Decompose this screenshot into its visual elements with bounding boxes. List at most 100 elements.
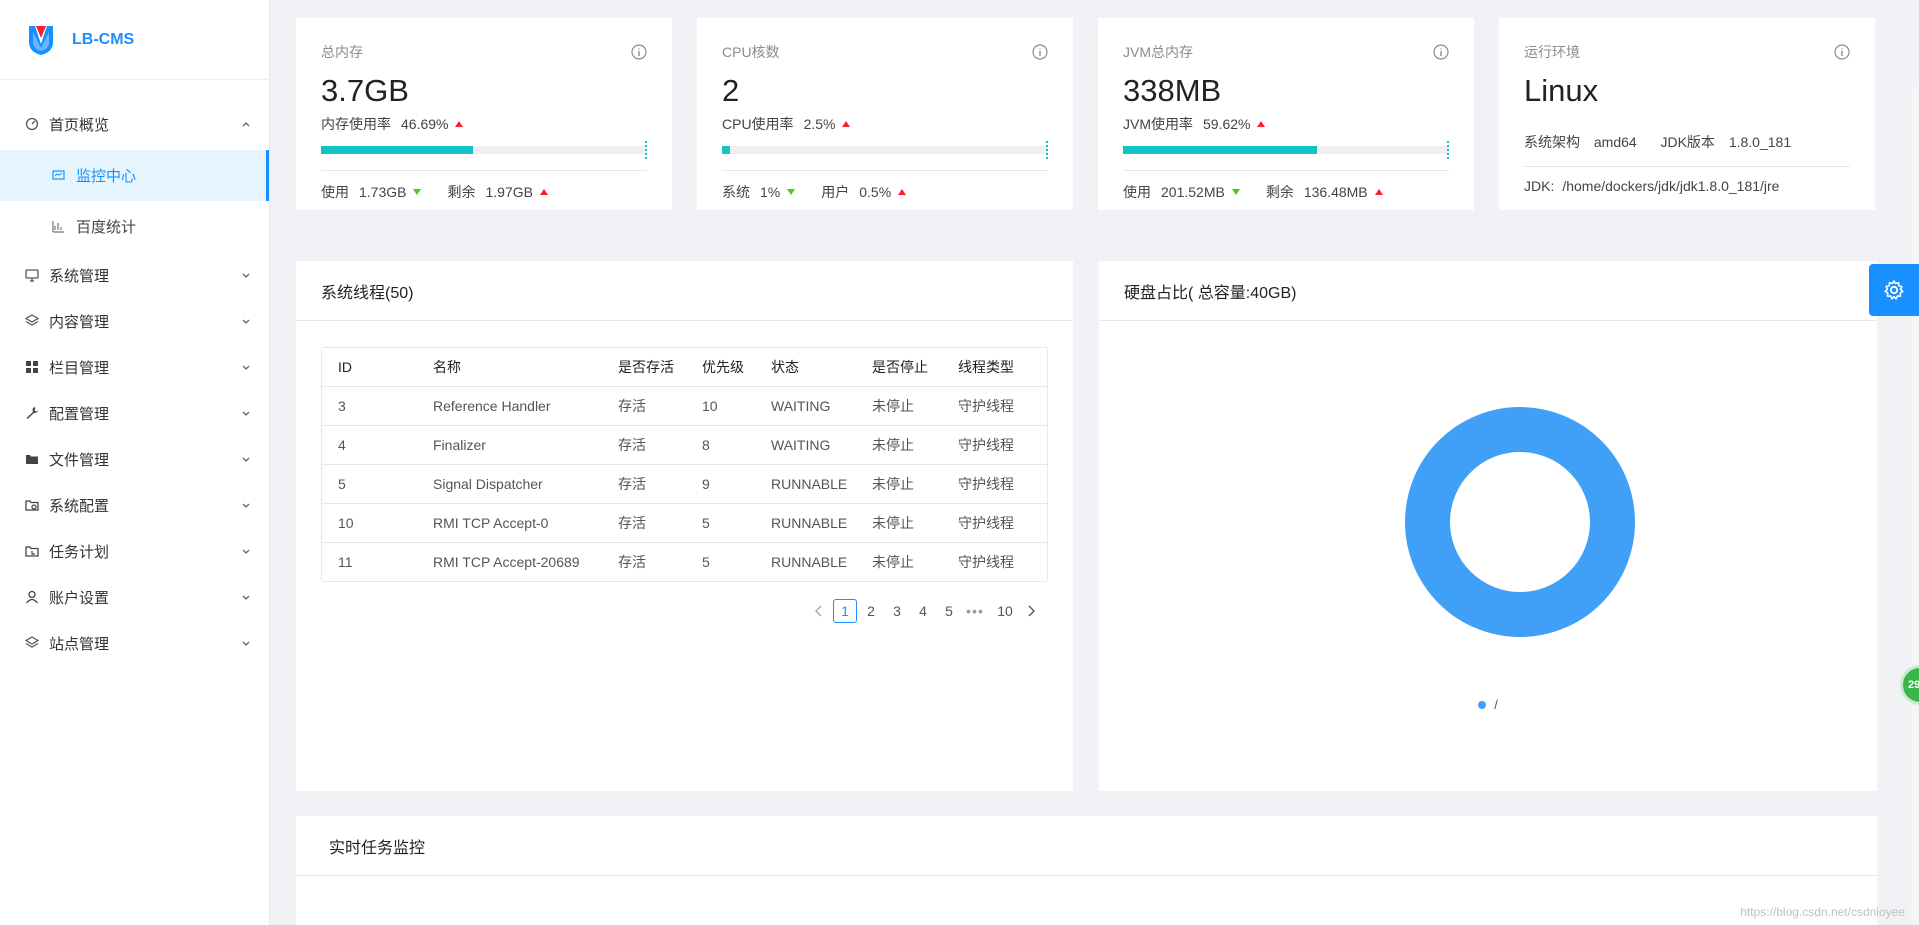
stat-foot-value: 136.48MB: [1303, 184, 1368, 200]
disk-donut-chart: [1405, 407, 1635, 637]
chevron-down-icon: [241, 270, 251, 280]
cpu-card: CPU核数 2 CPU使用率 2.5% 系统 1% 用户 0.5%: [697, 18, 1073, 210]
disk-panel: 硬盘占比( 总容量:40GB) /: [1099, 261, 1877, 791]
sidebar-item-label: 站点管理: [49, 635, 110, 653]
table-cell: 守护线程: [942, 503, 1047, 543]
usage-progress-fill: [1123, 146, 1318, 154]
table-cell: RUNNABLE: [771, 553, 848, 570]
sidebar-item-task-plan[interactable]: 任务计划: [0, 528, 269, 574]
pagination: 1 2 3 4 5 ••• 10: [805, 599, 1043, 623]
next-page-icon[interactable]: [1019, 599, 1043, 623]
trend-down-icon: [413, 189, 422, 195]
donut-slice-root[interactable]: [1405, 407, 1635, 637]
usage-progress-fill: [321, 146, 474, 154]
logo-icon: [29, 25, 53, 55]
table-cell: Signal Dispatcher: [417, 464, 602, 504]
chevron-down-icon: [241, 638, 251, 648]
info-icon[interactable]: [631, 44, 647, 60]
info-icon[interactable]: [1433, 44, 1449, 60]
sidebar-item-label: 监控中心: [76, 168, 137, 185]
column-header: 名称: [417, 348, 602, 387]
page-button-1[interactable]: 1: [833, 599, 857, 623]
table-cell: 未停止: [856, 503, 942, 543]
chevron-down-icon: [241, 362, 251, 372]
trend-down-icon: [787, 189, 796, 195]
column-header: 线程类型: [942, 348, 1047, 387]
scrollbar[interactable]: [1911, 86, 1919, 925]
page-button-2[interactable]: 2: [859, 599, 883, 623]
sidebar-item-site-management[interactable]: 站点管理: [0, 620, 269, 666]
sidebar-item-label: 任务计划: [49, 543, 110, 561]
wrench-icon: [24, 405, 40, 421]
panel-title: 硬盘占比( 总容量:40GB): [1099, 261, 1877, 321]
folder-settings-icon: [24, 497, 40, 513]
sidebar-item-file-management[interactable]: 文件管理: [0, 436, 269, 482]
stat-value: 338MB: [1123, 73, 1222, 108]
trend-up-icon: [539, 189, 548, 195]
sidebar-item-monitor-center[interactable]: 监控中心: [0, 150, 269, 201]
sidebar-item-config-management[interactable]: 配置管理: [0, 390, 269, 436]
desktop-icon: [24, 267, 40, 283]
table-row[interactable]: 4 Finalizer 存活 8 WAITING 未停止 守护线程: [322, 425, 1047, 465]
floating-badge[interactable]: 29: [1900, 665, 1919, 705]
sidebar-item-label: 账户设置: [49, 589, 110, 607]
runtime-env-card: 运行环境 Linux 系统架构 amd64 JDK版本 1.8.0_181 JD…: [1499, 18, 1875, 210]
logo[interactable]: LB-CMS: [0, 0, 269, 80]
divider: [1524, 166, 1850, 167]
sidebar-item-column-management[interactable]: 栏目管理: [0, 344, 269, 390]
arch-label: 系统架构: [1524, 134, 1580, 150]
table-row[interactable]: 3 Reference Handler 存活 10 WAITING 未停止 守护…: [322, 386, 1047, 426]
table-cell: WAITING: [755, 425, 856, 465]
chevron-up-icon: [241, 119, 251, 129]
table-cell: 守护线程: [942, 425, 1047, 465]
memory-card: 总内存 3.7GB 内存使用率 46.69% 使用 1.73GB 剩余 1.97…: [296, 18, 672, 210]
sidebar-item-label: 系统配置: [49, 497, 110, 515]
table-cell: 9: [686, 464, 755, 504]
jdk-version-label: JDK版本: [1660, 134, 1715, 150]
prev-page-icon[interactable]: [807, 599, 831, 623]
target-marker: [645, 141, 647, 159]
page-button-3[interactable]: 3: [885, 599, 909, 623]
column-header: 状态: [755, 348, 856, 387]
sidebar-item-system-config[interactable]: 系统配置: [0, 482, 269, 528]
page-button-5[interactable]: 5: [937, 599, 961, 623]
jdk-version-value: 1.8.0_181: [1728, 134, 1792, 150]
sidebar-item-account-settings[interactable]: 账户设置: [0, 574, 269, 620]
trend-up-icon: [1374, 189, 1383, 195]
info-icon[interactable]: [1834, 44, 1850, 60]
table-row[interactable]: 11 RMI TCP Accept-20689 存活 5 RUNNABLE 未停…: [322, 542, 1047, 581]
arch-value: amd64: [1593, 134, 1637, 150]
sidebar-item-content-management[interactable]: 内容管理: [0, 298, 269, 344]
usage-progress-fill: [722, 146, 731, 154]
info-icon[interactable]: [1032, 44, 1048, 60]
trend-up-icon: [1257, 121, 1266, 127]
threads-panel: 系统线程(50) ID 名称 是否存活 优先级 状态 是否停止 线程类型 3 R…: [296, 261, 1073, 791]
stat-foot-label: 用户: [821, 184, 850, 200]
chart-legend[interactable]: /: [1099, 697, 1877, 712]
table-row[interactable]: 10 RMI TCP Accept-0 存活 5 RUNNABLE 未停止 守护…: [322, 503, 1047, 543]
usage-progress-bar: [1123, 141, 1449, 159]
sidebar-item-system-management[interactable]: 系统管理: [0, 252, 269, 298]
sidebar: LB-CMS 首页概览 监控中心 百度统计 系统管理 内容管理 栏目管理 配置管…: [0, 0, 270, 925]
table-cell: 存活: [602, 425, 686, 465]
sidebar-item-baidu-stats[interactable]: 百度统计: [0, 201, 269, 252]
table-cell: RUNNABLE: [755, 503, 856, 543]
table-row[interactable]: 5 Signal Dispatcher 存活 9 RUNNABLE 未停止 守护…: [322, 464, 1047, 504]
table-cell: 守护线程: [942, 386, 1047, 426]
divider: [722, 170, 1048, 171]
realtime-task-panel: 实时任务监控: [296, 816, 1877, 925]
column-header: 优先级: [686, 348, 755, 387]
sidebar-item-label: 系统管理: [49, 267, 110, 285]
stat-rate-value: 46.69%: [401, 116, 449, 132]
settings-button[interactable]: [1869, 264, 1919, 316]
page-button-4[interactable]: 4: [911, 599, 935, 623]
stat-value: 2: [722, 73, 740, 108]
page-button-last[interactable]: 10: [993, 599, 1017, 623]
jdk-path-value: /home/dockers/jdk/jdk1.8.0_181/jre: [1562, 178, 1780, 194]
stat-title: CPU核数: [722, 44, 780, 60]
divider: [1123, 170, 1449, 171]
table-cell: 10: [322, 503, 417, 543]
page-ellipsis[interactable]: •••: [963, 599, 987, 623]
sidebar-item-overview[interactable]: 首页概览: [0, 98, 269, 150]
monitor-icon: [52, 169, 66, 183]
